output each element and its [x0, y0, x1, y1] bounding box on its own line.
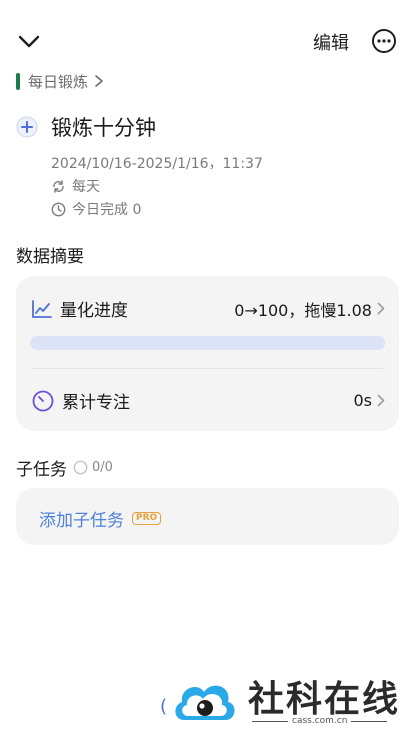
- progress-label: 量化进度: [60, 301, 128, 321]
- add-subtask-card[interactable]: 添加子任务 PRO: [16, 488, 399, 545]
- progress-row[interactable]: 量化进度 0→100，拖慢1.08: [32, 296, 385, 321]
- focus-row[interactable]: 累计专注 0s: [32, 388, 385, 413]
- task-today-done-label: 今日完成 0: [72, 202, 142, 218]
- focus-label: 累计专注: [62, 393, 130, 413]
- clock-icon: [51, 202, 66, 216]
- watermark-domain: cass.com.cn: [292, 716, 348, 726]
- more-horizontal-icon[interactable]: [371, 28, 397, 54]
- top-bar: 编辑: [0, 0, 415, 80]
- pro-badge: PRO: [132, 512, 162, 525]
- subtask-header: 子任务 0/0: [16, 455, 113, 480]
- chevron-right-icon: [95, 75, 103, 87]
- chevron-right-icon: [377, 394, 385, 407]
- task-repeat[interactable]: 每天: [51, 176, 100, 196]
- task-repeat-label: 每天: [72, 179, 100, 195]
- breadcrumb[interactable]: 每日锻炼: [16, 70, 104, 92]
- add-checkbox-icon[interactable]: [16, 116, 38, 138]
- subtask-title: 子任务: [16, 460, 67, 480]
- task-header: 锻炼十分钟: [16, 112, 156, 142]
- chevron-down-icon[interactable]: [16, 28, 42, 54]
- task-date-range[interactable]: 2024/10/16-2025/1/16，11:37: [51, 153, 263, 173]
- task-today-done: 今日完成 0: [51, 199, 141, 219]
- divider: [351, 720, 388, 722]
- progress-ring-icon: [73, 460, 88, 475]
- summary-section-title: 数据摘要: [16, 247, 84, 267]
- watermark-cloud-logo-icon: [175, 685, 235, 720]
- repeat-icon: [53, 179, 64, 193]
- progress-value: 0→100，拖慢1.08: [234, 300, 372, 320]
- watermark: ( 社科在线 cass.com.cn: [160, 666, 415, 738]
- focus-value: 0s: [353, 391, 372, 410]
- breadcrumb-label: 每日锻炼: [28, 72, 89, 91]
- summary-card: 量化进度 0→100，拖慢1.08 累计专注 0s: [16, 276, 399, 431]
- chevron-right-icon: [377, 302, 385, 315]
- divider: [252, 720, 288, 722]
- trend-chart-icon: [32, 299, 52, 318]
- list-color-bar: [16, 72, 20, 90]
- add-subtask-label: 添加子任务: [39, 511, 124, 531]
- divider: [32, 368, 383, 369]
- add-subtask-button[interactable]: 添加子任务 PRO: [39, 506, 162, 531]
- watermark-domain-row: cass.com.cn: [248, 716, 391, 726]
- watermark-brand: 社科在线: [248, 679, 401, 720]
- progress-bar: [30, 336, 385, 350]
- timer-icon: [32, 390, 54, 411]
- subtask-count: 0/0: [92, 460, 113, 475]
- watermark-fragment: (: [160, 696, 168, 717]
- task-title[interactable]: 锻炼十分钟: [51, 112, 156, 142]
- edit-button[interactable]: 编辑: [313, 29, 349, 55]
